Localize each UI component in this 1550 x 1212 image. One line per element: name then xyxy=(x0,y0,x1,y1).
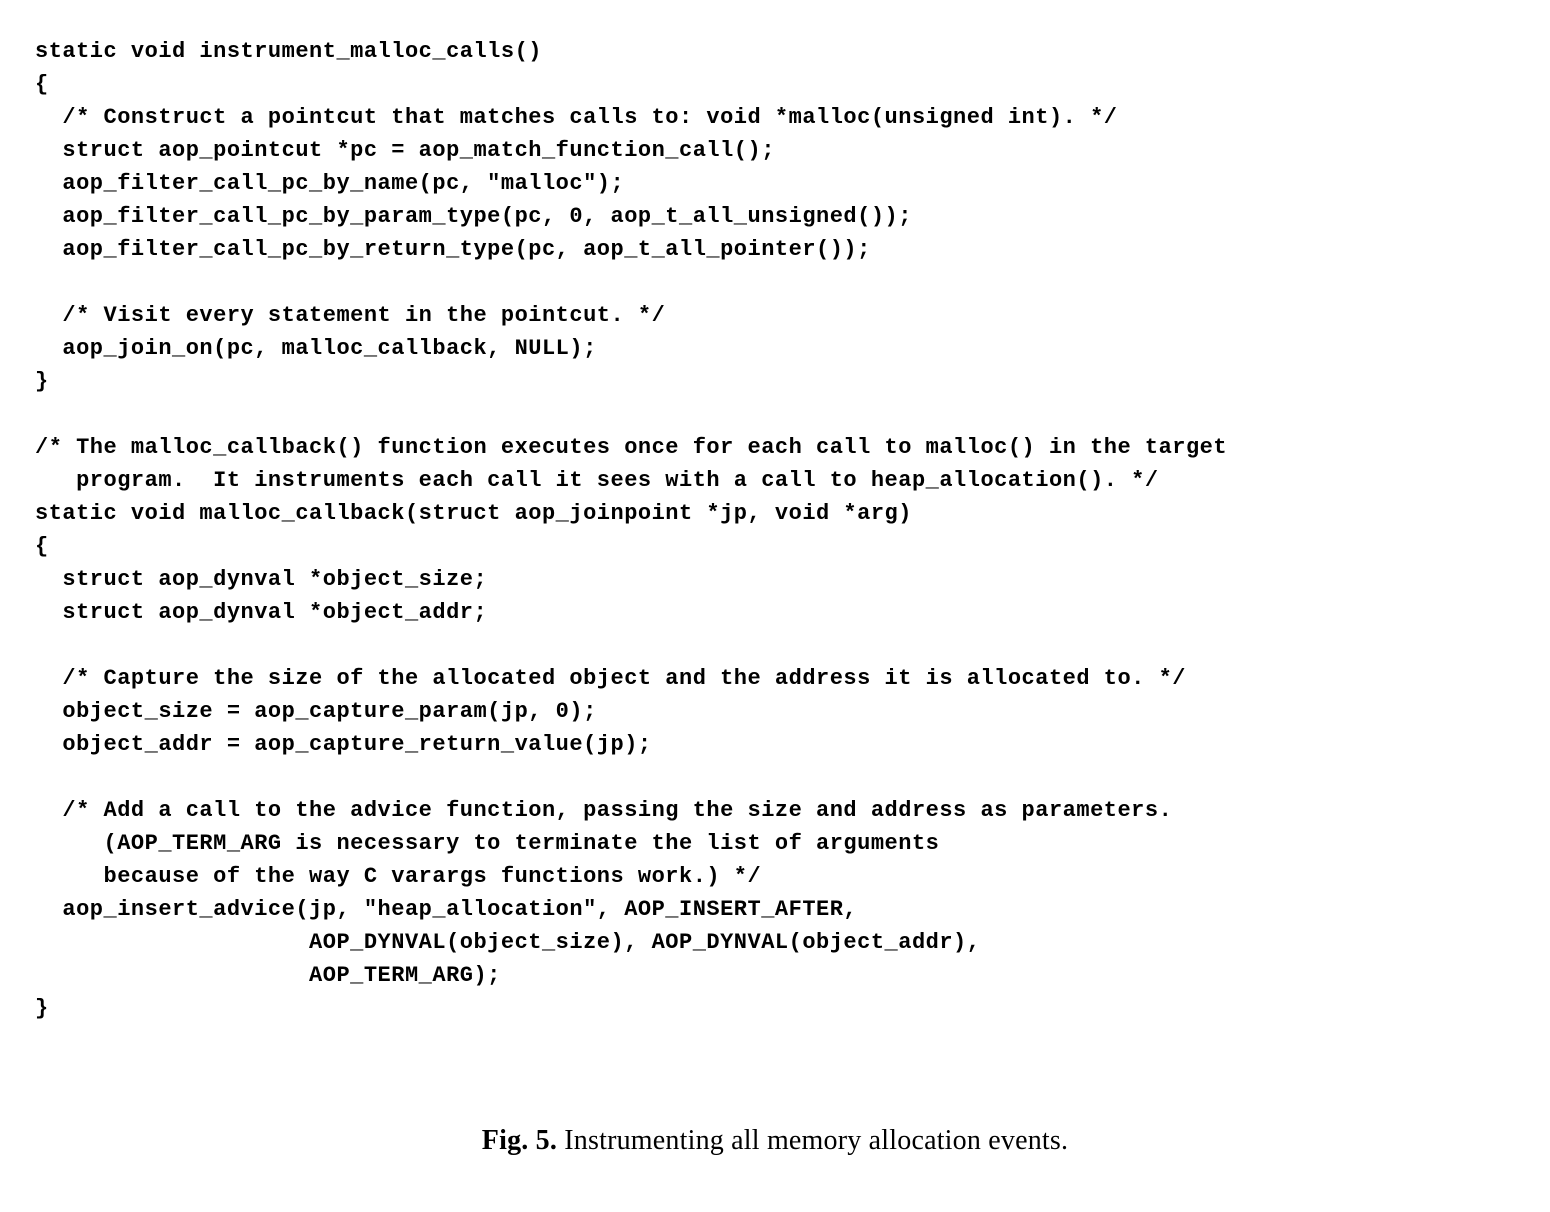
code-line: object_size = aop_capture_param(jp, 0); xyxy=(35,699,597,724)
code-line: AOP_DYNVAL(object_size), AOP_DYNVAL(obje… xyxy=(35,930,980,955)
code-line: /* Construct a pointcut that matches cal… xyxy=(35,105,1117,130)
code-line: because of the way C varargs functions w… xyxy=(35,864,761,889)
code-line: static void malloc_callback(struct aop_j… xyxy=(35,501,912,526)
code-line: /* Visit every statement in the pointcut… xyxy=(35,303,665,328)
code-line: aop_filter_call_pc_by_return_type(pc, ao… xyxy=(35,237,871,262)
code-line: /* The malloc_callback() function execut… xyxy=(35,435,1227,460)
code-line: /* Capture the size of the allocated obj… xyxy=(35,666,1186,691)
code-line: struct aop_pointcut *pc = aop_match_func… xyxy=(35,138,775,163)
code-line: { xyxy=(35,534,49,559)
code-line: aop_join_on(pc, malloc_callback, NULL); xyxy=(35,336,597,361)
code-line: static void instrument_malloc_calls() xyxy=(35,39,542,64)
code-line: } xyxy=(35,369,49,394)
code-line: { xyxy=(35,72,49,97)
code-line: AOP_TERM_ARG); xyxy=(35,963,501,988)
figure-label: Fig. 5. xyxy=(482,1125,557,1156)
code-line: aop_filter_call_pc_by_param_type(pc, 0, … xyxy=(35,204,912,229)
figure-caption-text: Instrumenting all memory allocation even… xyxy=(557,1125,1068,1156)
code-line: program. It instruments each call it see… xyxy=(35,468,1159,493)
code-line: aop_filter_call_pc_by_name(pc, "malloc")… xyxy=(35,171,624,196)
code-line: object_addr = aop_capture_return_value(j… xyxy=(35,732,652,757)
code-line: } xyxy=(35,996,49,1021)
code-listing: static void instrument_malloc_calls() { … xyxy=(35,35,1515,1025)
figure-caption: Fig. 5. Instrumenting all memory allocat… xyxy=(35,1120,1515,1162)
code-line: struct aop_dynval *object_size; xyxy=(35,567,487,592)
code-line: (AOP_TERM_ARG is necessary to terminate … xyxy=(35,831,939,856)
code-line: /* Add a call to the advice function, pa… xyxy=(35,798,1172,823)
code-line: struct aop_dynval *object_addr; xyxy=(35,600,487,625)
code-line: aop_insert_advice(jp, "heap_allocation",… xyxy=(35,897,857,922)
